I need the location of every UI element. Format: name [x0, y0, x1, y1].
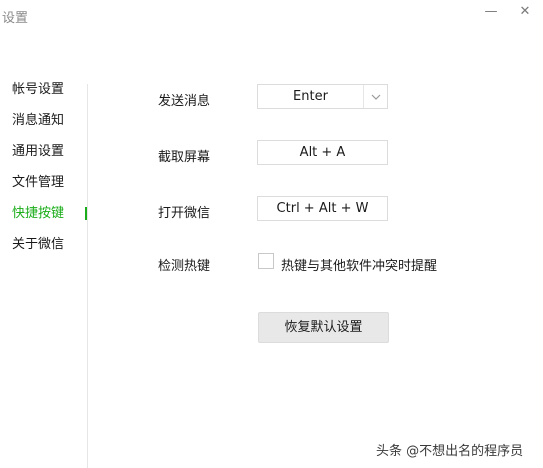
minimize-button[interactable]: —: [480, 2, 502, 22]
screenshot-label: 截取屏幕: [158, 150, 211, 165]
hotkey-conflict-checkbox[interactable]: [258, 253, 274, 269]
sidebar-item-label: 关于微信: [12, 237, 65, 252]
restore-defaults-button[interactable]: 恢复默认设置: [258, 312, 389, 343]
sidebar-item-label: 通用设置: [12, 144, 65, 159]
sidebar-item-about[interactable]: 关于微信: [0, 233, 88, 264]
detect-hotkey-label: 检测热键: [158, 259, 211, 274]
open-wechat-label: 打开微信: [158, 206, 211, 221]
sidebar-item-shortcuts[interactable]: 快捷按键: [0, 202, 88, 233]
send-message-label: 发送消息: [158, 94, 211, 109]
open-wechat-hotkey-field[interactable]: Ctrl + Alt + W: [257, 196, 388, 221]
close-button[interactable]: ✕: [514, 2, 536, 22]
hotkey-conflict-label[interactable]: 热键与其他软件冲突时提醒: [281, 255, 437, 274]
sidebar-divider: [87, 84, 88, 468]
screenshot-hotkey-field[interactable]: Alt + A: [257, 140, 388, 165]
sidebar-item-label: 文件管理: [12, 175, 65, 190]
sidebar-item-account[interactable]: 帐号设置: [0, 78, 88, 109]
sidebar-item-notifications[interactable]: 消息通知: [0, 109, 88, 140]
send-message-select[interactable]: Enter: [257, 84, 388, 109]
sidebar-item-label: 消息通知: [12, 113, 65, 128]
sidebar-item-files[interactable]: 文件管理: [0, 171, 88, 202]
chevron-down-icon[interactable]: [363, 85, 387, 108]
sidebar-item-general[interactable]: 通用设置: [0, 140, 88, 171]
send-message-value: Enter: [293, 89, 328, 104]
sidebar-item-label: 快捷按键: [12, 206, 65, 221]
window-title: 设置: [2, 11, 29, 26]
sidebar: 帐号设置 消息通知 通用设置 文件管理 快捷按键 关于微信: [0, 78, 88, 264]
settings-window: 设置 — ✕ 帐号设置 消息通知 通用设置 文件管理 快捷按键 关于微信 发送消…: [0, 0, 543, 468]
watermark-text: 头条 @不想出名的程序员: [376, 444, 524, 459]
sidebar-item-label: 帐号设置: [12, 82, 65, 97]
